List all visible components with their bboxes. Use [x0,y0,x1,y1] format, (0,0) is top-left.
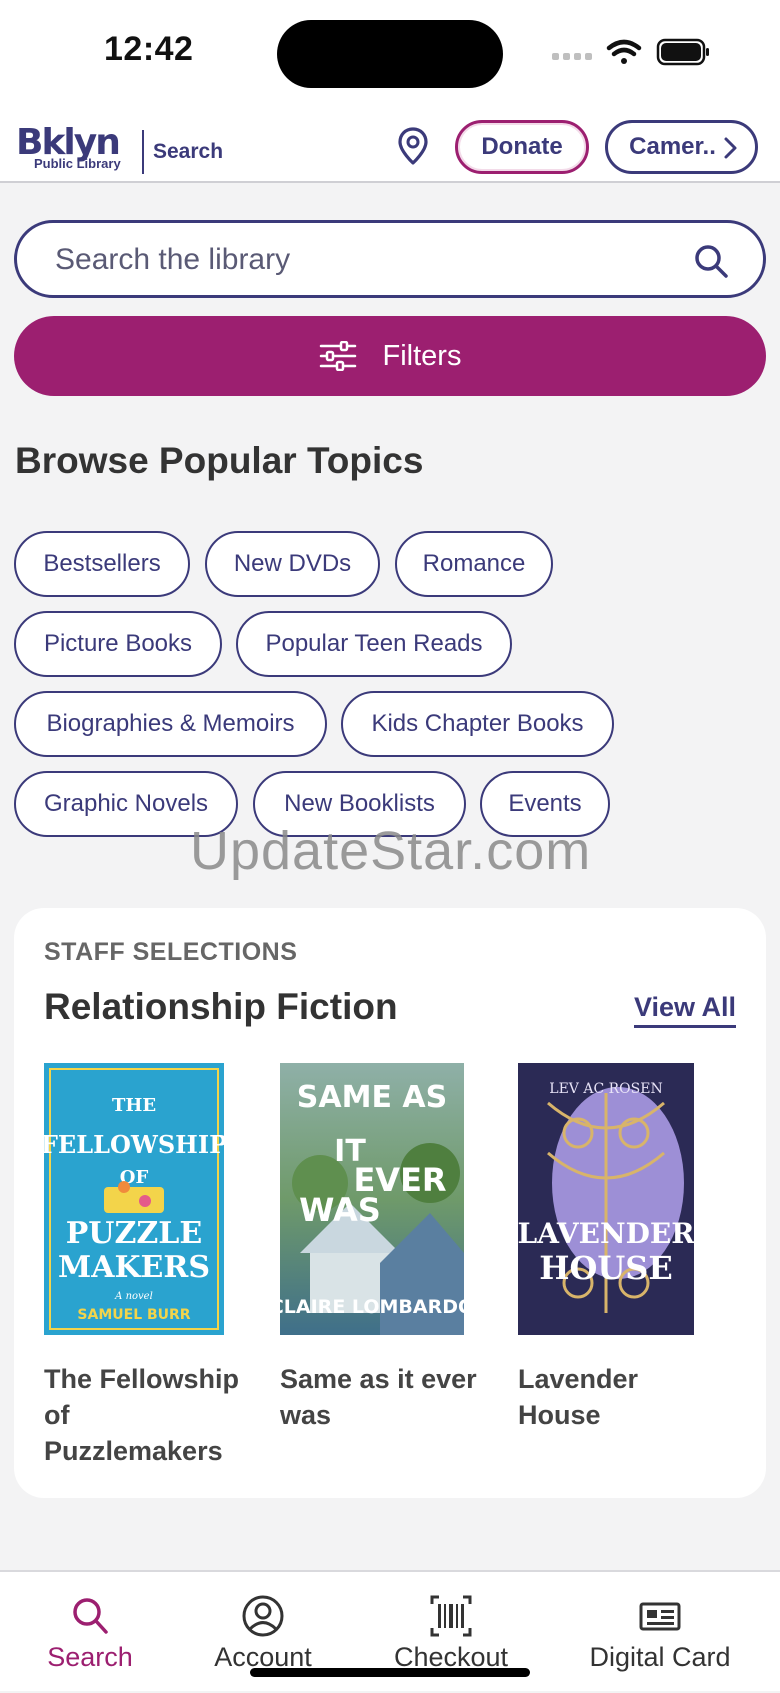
cover-text: WAS [299,1191,381,1229]
search-placeholder: Search the library [55,243,291,276]
book-cover-image[interactable]: SAME AS IT EVER WAS CLAIRE LOMBARDO [280,1063,464,1335]
card-eyebrow: STAFF SELECTIONS [44,938,298,966]
book-cover-image[interactable]: LEV AC ROSEN LAVENDER HOUSE [518,1063,694,1335]
topics-heading: Browse Popular Topics [15,440,424,481]
topic-chip-popular-teen-reads[interactable]: Popular Teen Reads [236,611,512,677]
library-logo[interactable]: Bklyn Public Library [16,122,140,178]
card-title: Relationship Fiction [44,986,398,1027]
search-icon [73,1598,108,1634]
cover-tagline: A novel [114,1291,153,1302]
header-section-label: Search [153,140,224,163]
app-header: Bklyn Public Library Search Donate Camer… [0,110,780,183]
cover-text: THE [112,1095,156,1116]
status-icons [552,38,709,66]
search-input[interactable]: Search the library [14,220,766,298]
tab-label: Search [47,1642,133,1672]
wifi-icon [606,39,642,64]
cellular-signal-icon [552,53,592,60]
camera-label: Camer.. [629,133,716,160]
book-cover-image[interactable]: THE FELLOWSHIP OF PUZZLE MAKERS A novel … [44,1063,224,1335]
book-title[interactable]: Same as it ever was [280,1361,480,1433]
logo-subtitle: Public Library [34,156,121,171]
status-bar: 12:42 [0,0,780,110]
topic-chip-bestsellers[interactable]: Bestsellers [14,531,190,597]
topic-chip-new-dvds[interactable]: New DVDs [205,531,380,597]
book-title[interactable]: The Fellowship of Puzzlemakers [44,1361,244,1469]
status-time: 12:42 [104,30,194,68]
cover-text: HOUSE [539,1249,673,1287]
donate-button[interactable]: Donate [455,120,589,174]
location-pin-icon[interactable] [396,126,430,166]
barcode-icon [430,1595,472,1637]
view-all-link[interactable]: View All [633,992,736,1028]
tab-digital-card[interactable]: Digital Card [585,1572,735,1693]
staff-selections-card: STAFF SELECTIONS Relationship Fiction Vi… [14,908,766,1498]
dynamic-island [277,20,503,88]
topic-chip-picture-books[interactable]: Picture Books [14,611,222,677]
card-icon [639,1602,681,1631]
filters-label: Filters [382,339,462,372]
chevron-right-icon [724,137,737,159]
sliders-icon [319,341,356,371]
book-title[interactable]: Lavender House [518,1361,718,1433]
search-icon[interactable] [693,243,729,279]
donate-label: Donate [481,133,563,160]
filters-button[interactable]: Filters [14,316,766,396]
cover-text: SAME AS [297,1080,447,1115]
cover-author: LEV AC ROSEN [549,1081,662,1097]
topic-chip-romance[interactable]: Romance [395,531,553,597]
logo-divider [142,130,144,174]
topic-chip-biographies-memoirs[interactable]: Biographies & Memoirs [14,691,327,757]
cover-text: FELLOWSHIP [44,1130,224,1159]
tab-search[interactable]: Search [30,1572,150,1693]
watermark-text: UpdateStar.com [190,821,592,881]
tab-label: Digital Card [589,1642,731,1672]
battery-icon [656,38,709,66]
account-icon [242,1595,284,1637]
cover-author: SAMUEL BURR [77,1307,190,1323]
cover-author: CLAIRE LOMBARDO [280,1296,464,1318]
cover-text: LAVENDER [518,1217,694,1250]
camera-button[interactable]: Camer.. [605,120,758,174]
cover-text: MAKERS [58,1250,210,1285]
cover-text: PUZZLE [66,1216,202,1251]
home-indicator [250,1668,530,1677]
topic-chip-kids-chapter-books[interactable]: Kids Chapter Books [341,691,614,757]
